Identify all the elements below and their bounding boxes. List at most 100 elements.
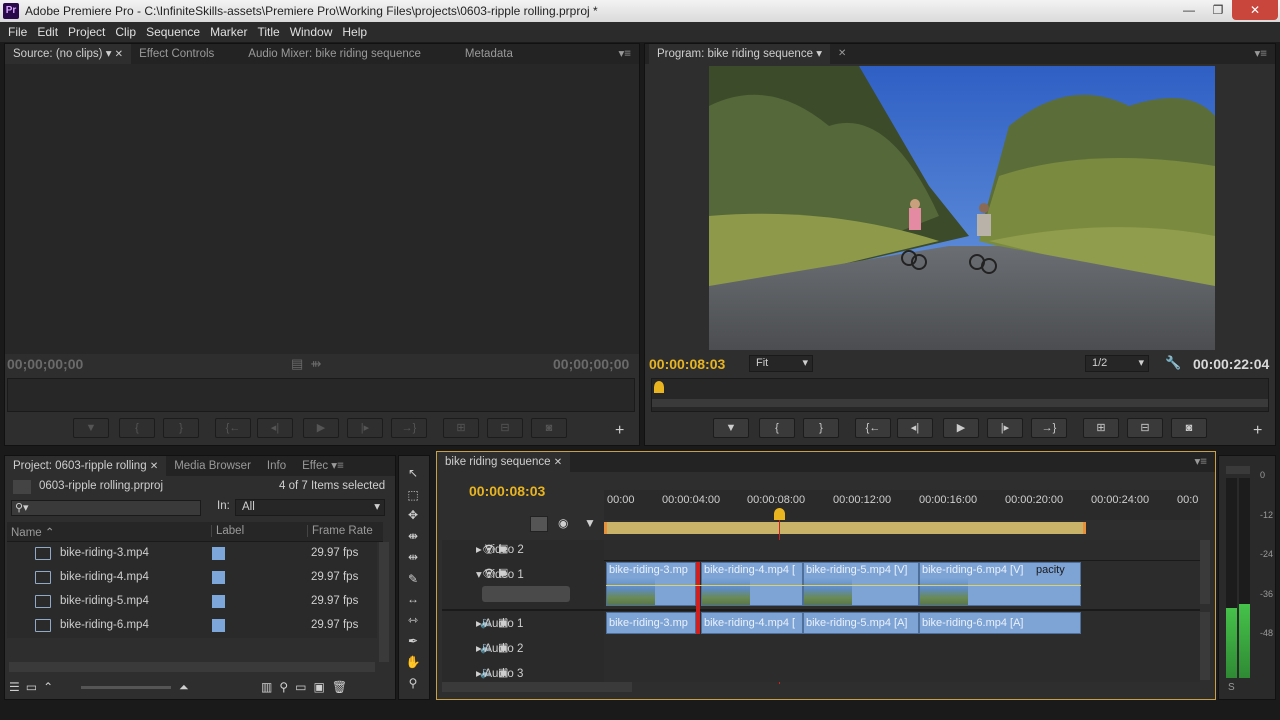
tab-media-browser[interactable]: Media Browser	[166, 456, 259, 476]
video-clip[interactable]: bike-riding-6.mp4 [V] pacity	[919, 562, 1081, 606]
track-audio-1[interactable]: ▸ Audio 1	[476, 616, 602, 630]
new-item-icon[interactable]: ▣	[313, 680, 331, 694]
resolution-select[interactable]: 1/2 ▾	[1085, 355, 1149, 372]
zoom-out-icon[interactable]: ⌃	[43, 680, 59, 694]
expand-icon[interactable]: ▸	[476, 668, 482, 680]
tab-audio-mixer[interactable]: Audio Mixer: bike riding sequence	[240, 44, 429, 64]
list-view-icon[interactable]: ☰	[9, 680, 26, 694]
source-timecode-left[interactable]: 00;00;00;00	[7, 356, 83, 372]
menu-title[interactable]: Title	[257, 25, 279, 39]
source-goto-in-button[interactable]: {←	[215, 418, 251, 438]
keyframe-controls[interactable]	[482, 586, 570, 602]
menu-clip[interactable]: Clip	[115, 25, 136, 39]
snap-icon[interactable]	[530, 516, 548, 532]
source-step-back-button[interactable]: ◂|	[257, 418, 293, 438]
track-video-1[interactable]: ▾ Video 1	[476, 567, 602, 581]
source-step-forward-button[interactable]: |▸	[347, 418, 383, 438]
chevron-down-icon[interactable]: ▾	[106, 48, 112, 60]
program-timecode-current[interactable]: 00:00:08:03	[649, 356, 725, 372]
menu-file[interactable]: File	[8, 25, 27, 39]
source-goto-out-button[interactable]: →}	[391, 418, 427, 438]
work-area-bar[interactable]	[604, 522, 1086, 534]
video-tracks-scrollbar[interactable]	[1200, 540, 1210, 604]
source-play-button[interactable]: ▶	[303, 418, 339, 438]
expand-icon[interactable]: ▸	[476, 643, 482, 655]
tab-effects[interactable]: Effec ▾≡	[294, 456, 352, 476]
close-icon[interactable]: ✕	[150, 461, 158, 472]
source-marker-button[interactable]: ▼	[73, 418, 109, 438]
new-bin-icon[interactable]: ▭	[295, 680, 313, 694]
icon-view-icon[interactable]: ▭	[26, 680, 43, 694]
close-button[interactable]: ✕	[1232, 0, 1278, 20]
audio-clip[interactable]: bike-riding-4.mp4 [	[701, 612, 803, 634]
trash-icon[interactable]: 🗑	[332, 680, 354, 694]
pen-tool-icon[interactable]: ✒	[404, 632, 422, 650]
opacity-rubber-band[interactable]	[606, 585, 1081, 586]
program-time-ruler[interactable]	[651, 378, 1269, 412]
source-mark-out-button[interactable]: }	[163, 418, 199, 438]
program-goto-out-button[interactable]: →}	[1031, 418, 1067, 438]
tab-source[interactable]: Source: (no clips) ▾ ✕	[5, 44, 132, 64]
project-item-row[interactable]: bike-riding-4.mp4 29.97 fps	[7, 566, 377, 590]
minimize-button[interactable]: —	[1174, 0, 1204, 20]
playhead-icon[interactable]	[654, 381, 664, 393]
tab-metadata[interactable]: Metadata	[457, 44, 521, 64]
menu-help[interactable]: Help	[342, 25, 367, 39]
menu-sequence[interactable]: Sequence	[146, 25, 200, 39]
tab-project[interactable]: Project: 0603-ripple rolling ✕	[5, 456, 167, 476]
rolling-edit-tool-icon[interactable]: ⇼	[404, 527, 422, 545]
source-mark-in-button[interactable]: {	[119, 418, 155, 438]
video-clip[interactable]: bike-riding-4.mp4 [	[701, 562, 803, 606]
thumbnail-size-slider[interactable]	[81, 686, 171, 689]
program-video-frame[interactable]	[709, 66, 1215, 350]
track-video-2[interactable]: ▸ Video 2	[476, 542, 602, 556]
track-select-tool-icon[interactable]: ⬚	[404, 486, 422, 504]
project-horizontal-scrollbar[interactable]	[9, 662, 375, 672]
timeline-timecode[interactable]: 00:00:08:03	[469, 483, 545, 499]
edit-point[interactable]	[696, 562, 700, 634]
video-clip[interactable]: bike-riding-5.mp4 [V]	[803, 562, 919, 606]
find-icon[interactable]: ⚲	[279, 680, 295, 694]
add-marker-icon[interactable]: ▼	[584, 516, 596, 530]
automate-icon[interactable]: ▥	[261, 680, 279, 694]
label-swatch[interactable]	[212, 595, 225, 608]
link-icon[interactable]: ◉	[558, 516, 568, 530]
zoom-in-icon[interactable]: ⏶	[179, 680, 189, 695]
in-select[interactable]: All ▾	[235, 499, 385, 516]
close-icon[interactable]: ✕	[115, 49, 123, 60]
maximize-button[interactable]: ❐	[1203, 0, 1233, 20]
label-swatch[interactable]	[212, 619, 225, 632]
zoom-scrollbar[interactable]	[652, 399, 1268, 407]
playhead-icon[interactable]	[774, 508, 785, 520]
slide-tool-icon[interactable]: ⇿	[404, 611, 422, 629]
menu-window[interactable]: Window	[290, 25, 333, 39]
program-mark-in-button[interactable]: {	[759, 418, 795, 438]
label-swatch[interactable]	[212, 571, 225, 584]
program-export-frame-button[interactable]: ◙	[1171, 418, 1207, 438]
source-overwrite-button[interactable]: ⊟	[487, 418, 523, 438]
zoom-tool-icon[interactable]: ⚲	[404, 674, 422, 692]
film-icon[interactable]: ▤ ⇻	[291, 356, 321, 372]
ripple-edit-tool-icon[interactable]: ✥	[404, 506, 422, 524]
column-frame-rate[interactable]: Frame Rate	[307, 525, 373, 537]
source-export-frame-button[interactable]: ◙	[531, 418, 567, 438]
tab-sequence[interactable]: bike riding sequence ✕	[437, 452, 571, 472]
razor-tool-icon[interactable]: ✎	[404, 570, 422, 588]
expand-icon[interactable]: ▸	[476, 618, 482, 630]
program-goto-in-button[interactable]: {←	[855, 418, 891, 438]
timeline-horizontal-scrollbar[interactable]	[442, 682, 632, 692]
panel-menu-icon[interactable]: ▾≡	[1187, 452, 1215, 472]
column-name[interactable]: Name ⌃	[11, 525, 55, 539]
program-play-button[interactable]: ▶	[943, 418, 979, 438]
source-time-ruler[interactable]	[7, 378, 635, 412]
opacity-dropdown[interactable]: pacity	[1036, 564, 1065, 576]
source-add-button-icon[interactable]: +	[615, 422, 624, 440]
project-item-row[interactable]: bike-riding-6.mp4 29.97 fps	[7, 614, 377, 638]
audio-clip[interactable]: bike-riding-3.mp	[606, 612, 696, 634]
panel-menu-icon[interactable]: ▾≡	[1247, 44, 1275, 64]
audio-clip[interactable]: bike-riding-5.mp4 [A]	[803, 612, 919, 634]
tab-effect-controls[interactable]: Effect Controls	[131, 44, 222, 64]
menu-edit[interactable]: Edit	[37, 25, 58, 39]
menu-project[interactable]: Project	[68, 25, 105, 39]
collapse-icon[interactable]: ▾	[476, 569, 482, 581]
